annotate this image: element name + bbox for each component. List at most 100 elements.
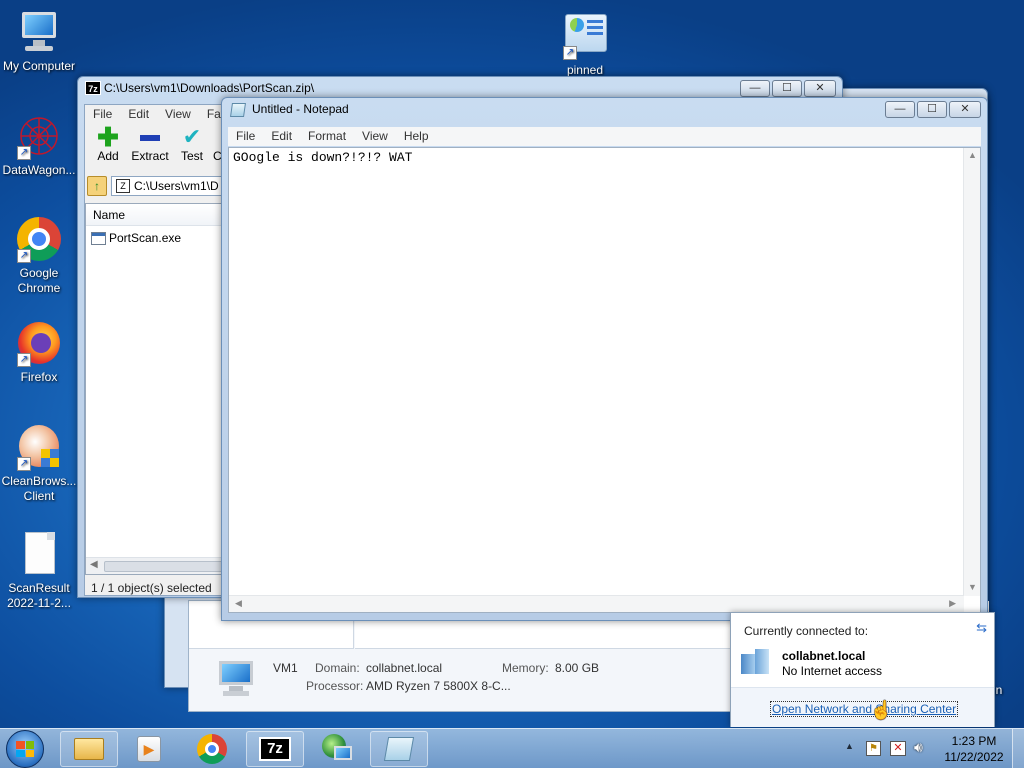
scroll-right-icon[interactable]: ▶ [949,598,956,609]
menu-view[interactable]: View [354,127,396,146]
checkmark-icon: ✔ [182,124,202,149]
folder-icon [74,738,104,760]
desktop-icon-cleanbrowsing[interactable]: ↗ CleanBrows... Client [1,423,77,504]
shortcut-arrow-icon: ↗ [563,46,577,60]
network-building-icon [741,649,771,675]
window-title: Untitled - Notepad [252,102,349,116]
show-hidden-icons-button[interactable]: ▲ [845,741,854,751]
domain-label: Domain: [315,661,360,675]
file-icon [15,530,63,578]
notepad-icon [383,737,415,761]
menu-edit[interactable]: Edit [263,127,300,146]
desktop-icon-chrome[interactable]: ↗ Google Chrome [1,215,77,296]
volume-icon[interactable]: 🔊︎ [914,739,923,756]
extract-label: Extract [131,149,169,163]
taskbar-chrome[interactable] [183,731,241,767]
minimize-button[interactable]: — [740,80,770,97]
refresh-icon[interactable]: ⇆ [976,620,987,636]
address-text: C:\Users\vm1\D [134,179,219,193]
vertical-scrollbar[interactable]: ▲ ▼ [963,148,980,596]
taskbar-explorer[interactable] [60,731,118,767]
taskbar-media-player[interactable]: ▶ [120,731,178,767]
taskbar-7zip[interactable]: 7z [246,731,304,767]
network-icon [322,734,352,764]
maximize-button[interactable]: ☐ [917,101,947,118]
menu-edit[interactable]: Edit [120,105,157,124]
clock-time[interactable]: 1:23 PM [942,734,1006,748]
test-label: Test [180,149,203,163]
desktop-icon-label: CleanBrows... Client [1,474,77,503]
network-popup: Currently connected to: ⇆ collabnet.loca… [730,612,995,727]
desktop-icon-my-computer[interactable]: My Computer [1,8,77,74]
cleanbrowsing-icon: ↗ [15,423,63,471]
notepad-menubar: File Edit Format View Help [228,127,981,146]
menu-file[interactable]: File [228,127,263,146]
menu-format[interactable]: Format [300,127,354,146]
desktop-icon-label: DataWagon... [2,163,76,177]
desktop-icon-scanresult[interactable]: ScanResult 2022-11-2... [1,530,77,611]
windows-logo-icon [16,741,34,757]
shortcut-arrow-icon: ↗ [17,457,31,471]
start-button[interactable] [6,730,44,768]
notepad-window[interactable]: Untitled - Notepad — ☐ ✕ File Edit Forma… [221,97,988,621]
chrome-icon [197,734,227,764]
taskbar: ▶ 7z ▲ ⚑ ✕ 🔊︎ 1:23 PM 11/22/2022 [0,728,1024,768]
menu-view[interactable]: View [157,105,199,124]
computer-name: VM1 [273,661,298,675]
domain-value: collabnet.local [366,661,443,675]
folder-up-icon[interactable]: ↑ [87,176,107,196]
desktop-icon-datawagon[interactable]: ↗ DataWagon... [1,112,77,178]
menu-help[interactable]: Help [396,127,437,146]
shortcut-arrow-icon: ↗ [17,353,31,367]
minimize-button[interactable]: — [885,101,915,118]
window-title: C:\Users\vm1\Downloads\PortScan.zip\ [104,81,315,95]
network-warning-icon[interactable]: ✕ [890,741,906,756]
close-button[interactable]: ✕ [949,101,981,118]
extract-button[interactable]: Extract [129,125,171,171]
scroll-left-icon[interactable]: ◀ [90,559,98,570]
computer-icon [215,659,259,699]
scroll-left-icon[interactable]: ◀ [235,598,242,609]
desktop-icon-pinned[interactable]: ↗ pinned [547,12,623,78]
memory-label: Memory: [502,661,549,675]
processor-label: Processor: [306,679,364,693]
taskbar-network[interactable] [308,731,366,767]
taskbar-notepad[interactable] [370,731,428,767]
horizontal-scrollbar[interactable]: ◀ ▶ [229,595,964,612]
network-name: collabnet.local [782,649,866,663]
desktop-icon-firefox[interactable]: ↗ Firefox [1,319,77,385]
add-button[interactable]: ✚ Add [87,122,129,171]
desktop-icon-label: My Computer [2,59,76,73]
clock-date[interactable]: 11/22/2022 [942,750,1006,764]
plus-icon: ✚ [97,122,119,152]
media-player-icon: ▶ [137,736,161,762]
close-button[interactable]: ✕ [804,80,836,97]
desktop-icon-label: ScanResult 2022-11-2... [7,581,71,610]
scroll-up-icon[interactable]: ▲ [968,150,977,160]
hand-cursor-icon: ☝ [870,700,893,720]
exe-file-icon [91,231,106,245]
firefox-icon: ↗ [15,319,63,367]
test-button[interactable]: ✔ Test [171,125,213,171]
control-panel-icon: ↗ [561,12,609,60]
computer-icon [15,8,63,56]
desktop-icon-label: Google Chrome [17,266,61,295]
7zip-icon: 7z [85,81,101,95]
network-status: No Internet access [782,664,883,678]
open-network-sharing-link[interactable]: Open Network and Sharing Center [770,701,959,717]
add-label: Add [97,149,119,163]
memory-value: 8.00 GB [555,661,600,675]
document-text: GOogle is down?!?!? WAT [233,150,413,165]
7zip-icon: 7z [259,737,291,761]
maximize-button[interactable]: ☐ [772,80,802,97]
desktop-icon-label: Firefox [20,370,58,384]
zip-icon: Z [116,179,130,193]
scroll-down-icon[interactable]: ▼ [968,582,977,592]
notepad-icon [230,103,246,117]
show-desktop-button[interactable] [1012,729,1024,768]
text-area[interactable]: GOogle is down?!?!? WAT ▲ ▼ ◀ ▶ [228,147,981,613]
network-header: Currently connected to: [744,624,869,638]
shortcut-arrow-icon: ↗ [17,249,31,263]
chrome-icon: ↗ [15,215,63,263]
action-center-icon[interactable]: ⚑ [866,741,881,756]
